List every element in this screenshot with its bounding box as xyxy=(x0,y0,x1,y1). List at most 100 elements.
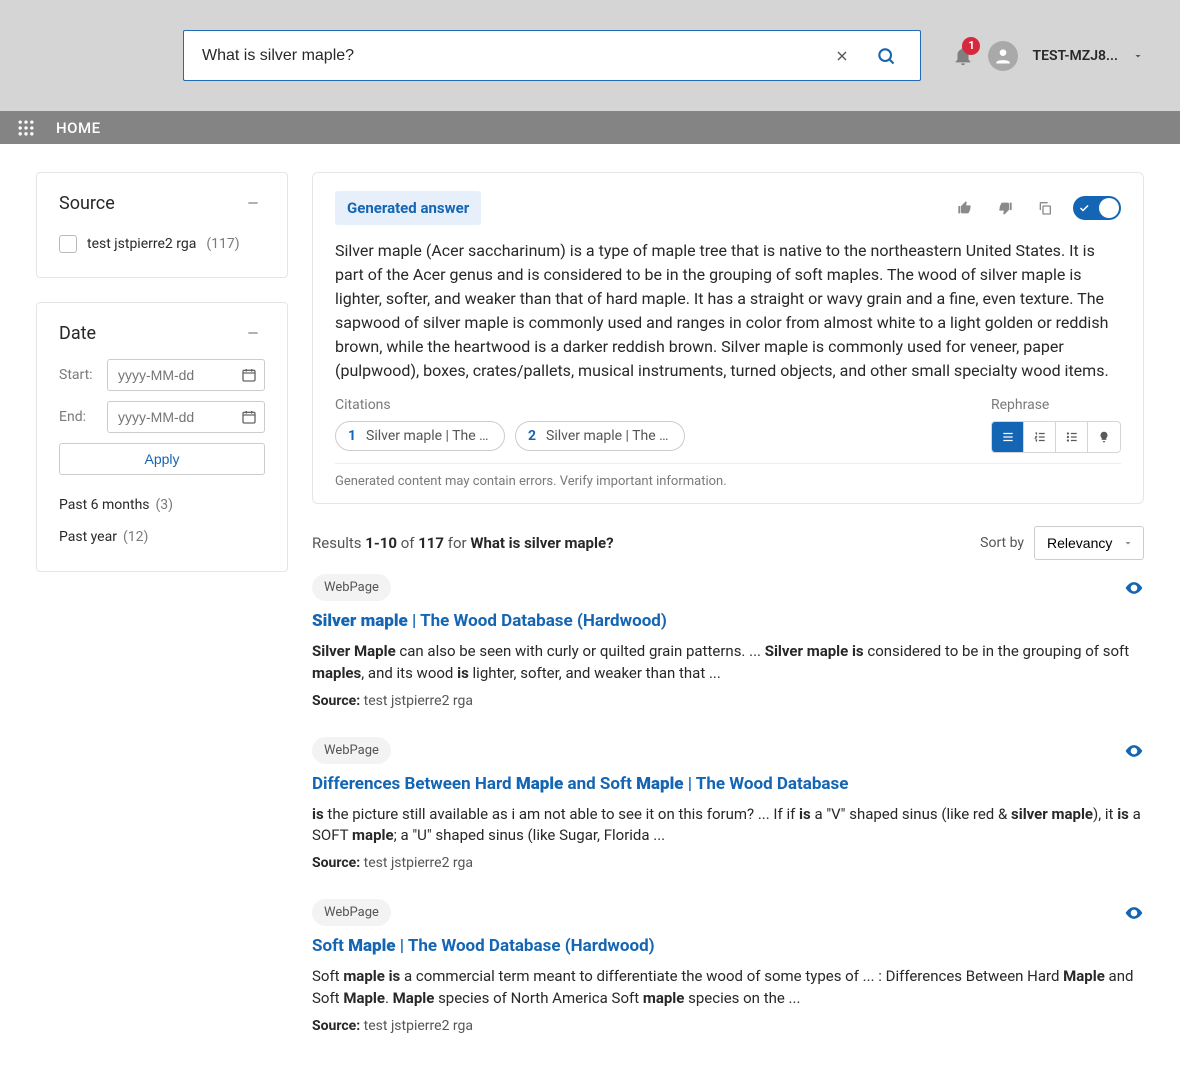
rephrase-paragraph-button[interactable] xyxy=(992,422,1024,452)
avatar[interactable] xyxy=(988,41,1018,71)
generated-answer-chip: Generated answer xyxy=(335,191,481,225)
eye-icon xyxy=(1124,741,1144,761)
result-type-badge: WebPage xyxy=(312,899,391,926)
date-start-label: Start: xyxy=(59,367,97,383)
citation-2[interactable]: 2 Silver maple | The W… xyxy=(515,421,685,451)
collapse-date-button[interactable] xyxy=(241,321,265,345)
collapse-source-button[interactable] xyxy=(241,191,265,215)
result-source: Source: test jstpierre2 rga xyxy=(312,1018,1144,1034)
header-bar: 1 TEST-MZJ8... xyxy=(0,0,1180,111)
apps-icon xyxy=(16,118,36,138)
thumbs-down-icon xyxy=(997,200,1013,216)
toggle-knob xyxy=(1099,198,1119,218)
date-quick-label: Past year xyxy=(59,529,117,545)
result-item: WebPage Soft Maple | The Wood Database (H… xyxy=(312,899,1144,1034)
results-bar: Results 1-10 of 117 for What is silver m… xyxy=(312,526,1144,560)
nav-bar: HOME xyxy=(0,111,1180,144)
disclaimer: Generated content may contain errors. Ve… xyxy=(335,463,1121,489)
date-quick-count: (12) xyxy=(123,529,148,545)
result-source: Source: test jstpierre2 rga xyxy=(312,855,1144,871)
thumbs-down-button[interactable] xyxy=(993,196,1017,220)
clear-search-button[interactable] xyxy=(828,42,856,70)
preview-button[interactable] xyxy=(1124,903,1144,923)
facet-source-item[interactable]: test jstpierre2 rga (117) xyxy=(59,229,265,259)
sidebar: Source test jstpierre2 rga (117) Date St… xyxy=(36,172,288,572)
apps-menu-button[interactable] xyxy=(16,118,36,138)
result-item: WebPage Differences Between Hard Maple an… xyxy=(312,737,1144,872)
result-type-badge: WebPage xyxy=(312,737,391,764)
header-right: 1 TEST-MZJ8... xyxy=(952,41,1144,71)
minus-icon xyxy=(245,195,261,211)
nav-home[interactable]: HOME xyxy=(56,119,101,137)
date-quick-label: Past 6 months xyxy=(59,497,150,513)
search-icon xyxy=(876,46,896,66)
chevron-down-icon[interactable] xyxy=(1132,50,1144,62)
search-input[interactable] xyxy=(202,47,828,65)
citation-1[interactable]: 1 Silver maple | The W… xyxy=(335,421,505,451)
notifications-button[interactable]: 1 xyxy=(952,45,974,67)
lightbulb-icon xyxy=(1097,430,1111,444)
generated-answer-text: Silver maple (Acer saccharinum) is a typ… xyxy=(335,239,1121,383)
bullet-list-icon xyxy=(1065,430,1079,444)
eye-icon xyxy=(1124,578,1144,598)
result-type-badge: WebPage xyxy=(312,574,391,601)
date-end-input[interactable] xyxy=(107,401,265,433)
search-container xyxy=(183,30,921,81)
search-button[interactable] xyxy=(870,40,902,72)
content: Generated answer xyxy=(312,172,1144,1062)
citation-text: Silver maple | The W… xyxy=(546,428,672,444)
date-start-input[interactable] xyxy=(107,359,265,391)
apply-date-button[interactable]: Apply xyxy=(59,443,265,475)
facet-date-title: Date xyxy=(59,323,96,344)
preview-button[interactable] xyxy=(1124,741,1144,761)
preview-button[interactable] xyxy=(1124,578,1144,598)
generated-answer-box: Generated answer xyxy=(312,172,1144,504)
person-icon xyxy=(993,46,1013,66)
rephrase-summary-button[interactable] xyxy=(1088,422,1120,452)
result-item: WebPage Silver maple | The Wood Database … xyxy=(312,574,1144,709)
copy-button[interactable] xyxy=(1033,196,1057,220)
rephrase-steps-button[interactable] xyxy=(1024,422,1056,452)
citations-label: Citations xyxy=(335,397,685,413)
rephrase-bullets-button[interactable] xyxy=(1056,422,1088,452)
close-icon xyxy=(834,48,850,64)
facet-source: Source test jstpierre2 rga (117) xyxy=(36,172,288,278)
answer-toggle[interactable] xyxy=(1073,196,1121,220)
facet-item-label: test jstpierre2 rga xyxy=(87,236,196,252)
results-list: WebPage Silver maple | The Wood Database … xyxy=(312,574,1144,1034)
result-source: Source: test jstpierre2 rga xyxy=(312,693,1144,709)
minus-icon xyxy=(245,325,261,341)
result-snippet: Soft maple is a commercial term meant to… xyxy=(312,966,1144,1010)
facet-date: Date Start: End: xyxy=(36,302,288,572)
eye-icon xyxy=(1124,903,1144,923)
thumbs-up-icon xyxy=(957,200,973,216)
sort-by-label: Sort by xyxy=(980,535,1024,551)
main: Source test jstpierre2 rga (117) Date St… xyxy=(0,144,1180,1090)
citation-number: 1 xyxy=(348,428,356,444)
sort-select[interactable]: Relevancy xyxy=(1034,526,1144,560)
paragraph-icon xyxy=(1001,430,1015,444)
numbered-list-icon xyxy=(1033,430,1047,444)
result-snippet: Silver Maple can also be seen with curly… xyxy=(312,641,1144,685)
notification-badge: 1 xyxy=(962,37,980,55)
checkbox[interactable] xyxy=(59,235,77,253)
citation-number: 2 xyxy=(528,428,536,444)
result-title[interactable]: Soft Maple | The Wood Database (Hardwood… xyxy=(312,936,1144,956)
date-quick-year[interactable]: Past year (12) xyxy=(59,521,265,553)
rephrase-buttons xyxy=(991,421,1121,453)
thumbs-up-button[interactable] xyxy=(953,196,977,220)
result-title[interactable]: Silver maple | The Wood Database (Hardwo… xyxy=(312,611,1144,631)
user-name[interactable]: TEST-MZJ8... xyxy=(1032,48,1118,64)
result-snippet: is the picture still available as i am n… xyxy=(312,804,1144,848)
date-end-label: End: xyxy=(59,409,97,425)
rephrase-label: Rephrase xyxy=(991,397,1049,413)
copy-icon xyxy=(1037,200,1053,216)
result-title[interactable]: Differences Between Hard Maple and Soft … xyxy=(312,774,1144,794)
facet-item-count: (117) xyxy=(206,236,239,252)
citation-text: Silver maple | The W… xyxy=(366,428,492,444)
date-quick-count: (3) xyxy=(156,497,174,513)
facet-source-title: Source xyxy=(59,193,115,214)
date-quick-6months[interactable]: Past 6 months (3) xyxy=(59,489,265,521)
results-count: Results 1-10 of 117 for What is silver m… xyxy=(312,534,614,552)
check-icon xyxy=(1078,202,1090,214)
